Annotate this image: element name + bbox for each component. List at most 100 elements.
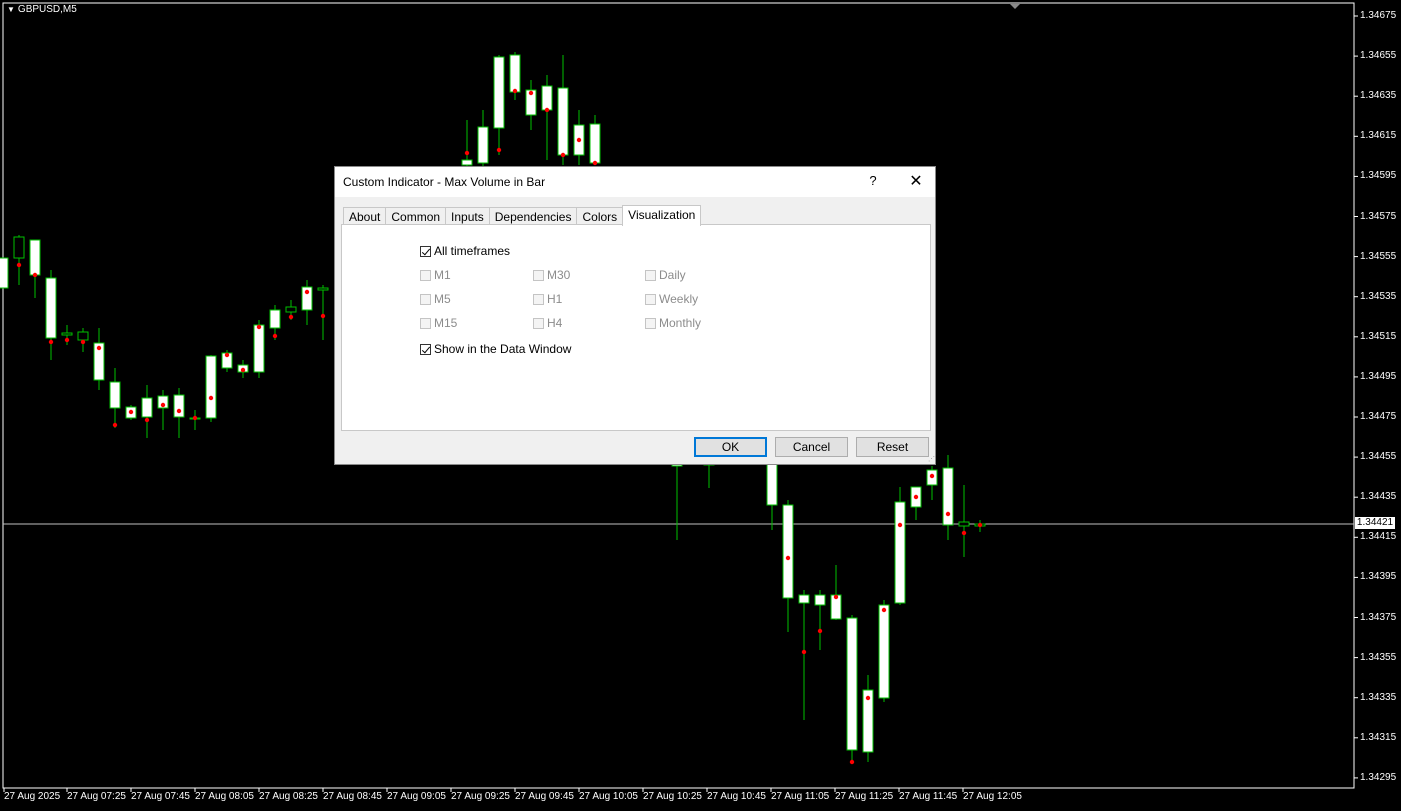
candle xyxy=(461,120,473,170)
time-tick-label: 27 Aug 10:45 xyxy=(707,791,766,802)
candle xyxy=(45,270,57,360)
price-tick-label: 1.34435 xyxy=(1360,491,1397,503)
candle xyxy=(285,300,297,320)
checkbox-box[interactable] xyxy=(645,293,656,305)
candle xyxy=(493,55,505,155)
timeframe-label: Daily xyxy=(659,268,686,282)
indicator-dialog: Custom Indicator - Max Volume in Bar ? ✕… xyxy=(334,166,936,465)
time-tick-label: 27 Aug 11:05 xyxy=(771,791,830,802)
timeframe-label: H1 xyxy=(547,292,563,306)
max-volume-marker xyxy=(945,511,951,517)
visualization-panel: All timeframes M1 M5 M15 M30 H1 H4 Daily… xyxy=(341,224,931,431)
max-volume-marker xyxy=(320,313,326,319)
cancel-button[interactable]: Cancel xyxy=(775,437,848,457)
price-tick-label: 1.34355 xyxy=(1360,651,1397,663)
reset-button[interactable]: Reset xyxy=(856,437,929,457)
candle xyxy=(157,390,169,430)
symbol-label[interactable]: ▼ GBPUSD,M5 xyxy=(7,4,77,15)
checkbox-box[interactable] xyxy=(420,343,431,355)
timeframe-m1-checkbox[interactable]: M1 xyxy=(420,268,451,282)
max-volume-marker xyxy=(64,337,70,343)
max-volume-marker xyxy=(496,147,502,153)
price-tick-label: 1.34375 xyxy=(1360,611,1397,623)
price-tick-label: 1.34455 xyxy=(1360,451,1397,463)
max-volume-marker xyxy=(160,402,166,408)
max-volume-marker xyxy=(849,759,855,765)
candle xyxy=(766,461,778,530)
checkbox-box[interactable] xyxy=(420,293,431,305)
time-tick-label: 27 Aug 08:45 xyxy=(323,791,382,802)
close-button[interactable]: ✕ xyxy=(905,171,927,193)
checkbox-box[interactable] xyxy=(420,245,431,257)
dropdown-arrow-icon[interactable]: ▼ xyxy=(7,5,15,14)
price-tick-label: 1.34295 xyxy=(1360,771,1397,783)
checkbox-box[interactable] xyxy=(420,317,431,329)
max-volume-marker xyxy=(144,417,150,423)
candle xyxy=(77,328,89,352)
checkbox-box[interactable] xyxy=(420,269,431,281)
max-volume-marker xyxy=(192,415,198,421)
checkbox-box[interactable] xyxy=(533,317,544,329)
shift-marker-icon[interactable] xyxy=(1010,4,1020,9)
candle xyxy=(974,520,986,532)
candle xyxy=(926,466,938,500)
max-volume-marker xyxy=(176,408,182,414)
candle xyxy=(221,350,233,372)
max-volume-marker xyxy=(977,522,983,528)
max-volume-marker xyxy=(817,628,823,634)
time-tick-label: 27 Aug 08:25 xyxy=(259,791,318,802)
max-volume-marker xyxy=(929,473,935,479)
checkbox-box[interactable] xyxy=(533,293,544,305)
data-window-checkbox[interactable]: Show in the Data Window xyxy=(420,342,571,356)
dialog-title: Custom Indicator - Max Volume in Bar xyxy=(343,175,546,189)
resize-grip-icon[interactable]: ⋰ xyxy=(928,456,935,463)
max-volume-marker xyxy=(272,333,278,339)
timeframe-m5-checkbox[interactable]: M5 xyxy=(420,292,451,306)
timeframe-h4-checkbox[interactable]: H4 xyxy=(533,316,562,330)
dialog-titlebar[interactable]: Custom Indicator - Max Volume in Bar ? ✕ xyxy=(335,167,935,197)
candle xyxy=(589,115,601,166)
price-tick-label: 1.34335 xyxy=(1360,691,1397,703)
time-tick-label: 27 Aug 08:05 xyxy=(195,791,254,802)
candle xyxy=(958,485,970,557)
timeframe-label: M30 xyxy=(547,268,571,282)
help-button[interactable]: ? xyxy=(865,173,881,191)
candle xyxy=(125,405,137,420)
candle xyxy=(541,75,553,160)
checkbox-box[interactable] xyxy=(533,269,544,281)
candle xyxy=(317,285,329,340)
candle xyxy=(61,325,73,345)
candle xyxy=(910,486,922,520)
tab-bar: About Common Inputs Dependencies Colors … xyxy=(343,205,702,226)
timeframe-m15-checkbox[interactable]: M15 xyxy=(420,316,457,330)
checkbox-box[interactable] xyxy=(645,317,656,329)
time-tick-label: 27 Aug 10:25 xyxy=(643,791,702,802)
price-tick-label: 1.34315 xyxy=(1360,731,1397,743)
timeframe-daily-checkbox[interactable]: Daily xyxy=(645,268,686,282)
candle xyxy=(846,615,858,765)
timeframe-monthly-checkbox[interactable]: Monthly xyxy=(645,316,701,330)
timeframe-weekly-checkbox[interactable]: Weekly xyxy=(645,292,698,306)
timeframe-h1-checkbox[interactable]: H1 xyxy=(533,292,562,306)
candle xyxy=(573,110,585,165)
max-volume-marker xyxy=(128,409,134,415)
timeframe-label: Weekly xyxy=(659,292,699,306)
candle xyxy=(798,590,810,720)
all-timeframes-checkbox[interactable]: All timeframes xyxy=(420,244,510,258)
candle xyxy=(862,675,874,762)
timeframe-m30-checkbox[interactable]: M30 xyxy=(533,268,570,282)
ok-button[interactable]: OK xyxy=(694,437,767,457)
checkbox-box[interactable] xyxy=(645,269,656,281)
candle xyxy=(269,305,281,340)
candle xyxy=(557,55,569,165)
candle xyxy=(109,368,121,428)
candle xyxy=(942,455,954,540)
time-tick-label: 27 Aug 12:05 xyxy=(963,791,1022,802)
max-volume-marker xyxy=(224,352,230,358)
tab-visualization[interactable]: Visualization xyxy=(622,205,702,226)
max-volume-marker xyxy=(304,289,310,295)
price-tick-label: 1.34615 xyxy=(1360,130,1397,142)
max-volume-marker xyxy=(801,649,807,655)
candle xyxy=(189,410,201,430)
candle xyxy=(13,235,25,285)
